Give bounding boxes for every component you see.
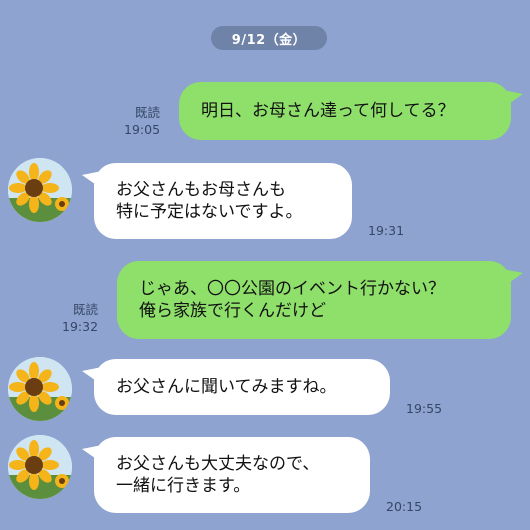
message-time: 19:55 bbox=[406, 401, 443, 416]
incoming-message-bubble[interactable]: お父さんも大丈夫なので、 一緒に行きます。 bbox=[82, 437, 370, 513]
date-separator: 9/12（金） bbox=[211, 26, 327, 50]
message-text: 一緒に行きます。 bbox=[116, 476, 251, 496]
read-receipt: 既読 bbox=[135, 105, 161, 120]
bubble-tail bbox=[503, 90, 523, 108]
bubble-tail bbox=[82, 171, 102, 189]
chat-thread: 9/12（金） 既読 19:05 明日、お母さん達って何してる？ お父さんもお母… bbox=[0, 0, 530, 530]
message-text: お父さんもお母さんも bbox=[116, 180, 286, 200]
message-meta: 既読 19:32 bbox=[62, 301, 98, 335]
message-time: 19:05 bbox=[124, 122, 161, 137]
message-time: 19:31 bbox=[368, 223, 405, 238]
avatar[interactable] bbox=[8, 158, 72, 222]
incoming-message-bubble[interactable]: お父さんに聞いてみますね。 bbox=[82, 359, 390, 415]
message-text: お父さんに聞いてみますね。 bbox=[116, 377, 337, 397]
sunflower-icon bbox=[8, 435, 72, 499]
avatar[interactable] bbox=[8, 357, 72, 421]
bubble-tail bbox=[503, 269, 523, 287]
bubble-tail bbox=[82, 445, 102, 463]
message-text: 特に予定はないですよ。 bbox=[116, 202, 303, 222]
sunflower-icon bbox=[8, 357, 72, 421]
message-meta: 既読 19:05 bbox=[124, 104, 160, 138]
message-text: 明日、お母さん達って何してる？ bbox=[201, 101, 455, 121]
message-text: 俺ら家族で行くんだけど bbox=[139, 301, 326, 321]
message-time: 19:32 bbox=[62, 319, 99, 334]
read-receipt: 既読 bbox=[73, 302, 99, 317]
avatar[interactable] bbox=[8, 435, 72, 499]
incoming-message-bubble[interactable]: お父さんもお母さんも 特に予定はないですよ。 bbox=[82, 163, 352, 239]
message-time: 20:15 bbox=[386, 499, 423, 514]
outgoing-message-bubble[interactable]: じゃあ、〇〇公園のイベント行かない？ 俺ら家族で行くんだけど bbox=[117, 261, 523, 339]
bubble-tail bbox=[82, 367, 102, 385]
message-text: じゃあ、〇〇公園のイベント行かない？ bbox=[139, 279, 445, 299]
outgoing-message-bubble[interactable]: 明日、お母さん達って何してる？ bbox=[179, 82, 523, 140]
message-text: お父さんも大丈夫なので、 bbox=[116, 454, 320, 474]
sunflower-icon bbox=[8, 158, 72, 222]
